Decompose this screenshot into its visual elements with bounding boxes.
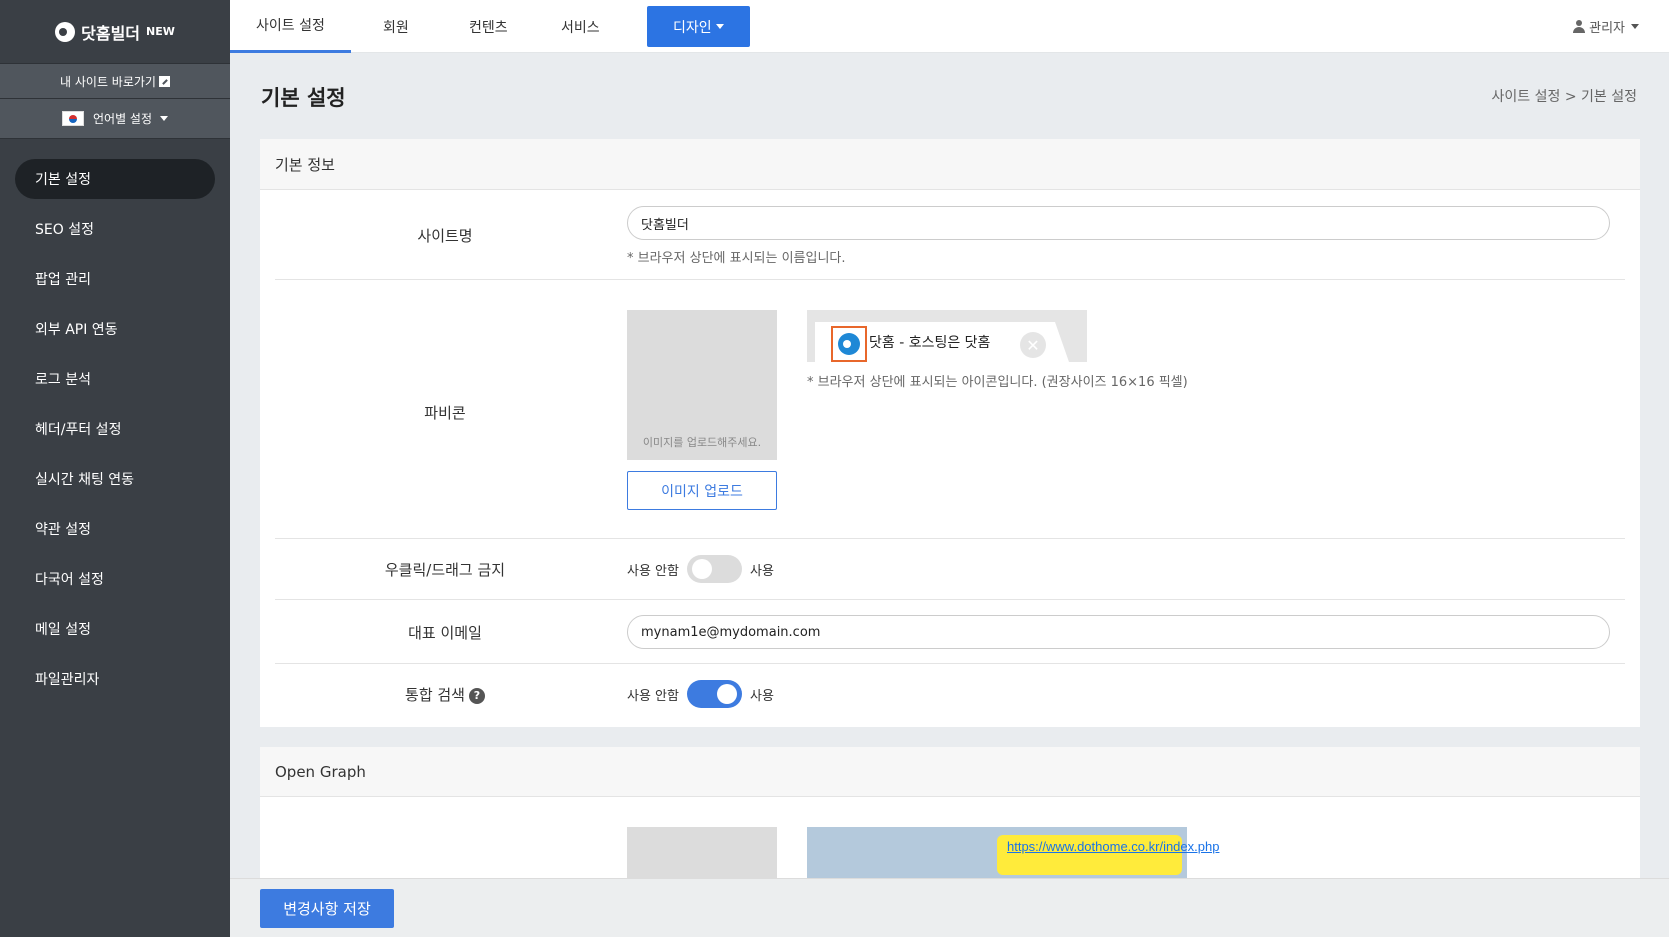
tab-design-label: 디자인 xyxy=(673,19,712,36)
user-menu[interactable]: 관리자 xyxy=(1573,0,1639,53)
favicon-row: 파비콘 이미지를 업로드해주세요. 이미지 업로드 닷홈 - 호스팅은 닷홈 ✕… xyxy=(275,280,1625,539)
panel-heading: 기본 정보 xyxy=(260,139,1640,190)
sidebar-item-label: 로그 분석 xyxy=(35,372,91,388)
browser-tab-preview: 닷홈 - 호스팅은 닷홈 ✕ xyxy=(807,310,1087,362)
tab-site-settings[interactable]: 사이트 설정 xyxy=(230,0,351,53)
sidebar-item-label: 메일 설정 xyxy=(35,622,91,638)
sidebar-item-label: 외부 API 연동 xyxy=(35,322,118,338)
basic-info-panel: 기본 정보 사이트명 닷홈빌더 * 브라우저 상단에 표시되는 이름입니다. 파… xyxy=(260,139,1640,727)
korea-flag-icon xyxy=(61,111,84,126)
og-link-bubble: https://www.dothome.co.kr/index.php xyxy=(997,835,1219,875)
caret-down-icon xyxy=(1631,24,1639,29)
sidebar-menu: 기본 설정 SEO 설정 팝업 관리 외부 API 연동 로그 분석 헤더/푸터… xyxy=(0,159,230,699)
save-button[interactable]: 변경사항 저장 xyxy=(260,889,394,928)
breadcrumb: 사이트 설정 > 기본 설정 xyxy=(1491,89,1637,105)
brand-badge: NEW xyxy=(146,25,175,38)
sidebar-item-label: 헤더/푸터 설정 xyxy=(35,422,122,438)
site-name-help: * 브라우저 상단에 표시되는 이름입니다. xyxy=(627,251,846,266)
sidebar-item-basic-settings[interactable]: 기본 설정 xyxy=(15,159,215,199)
favicon-highlight xyxy=(831,326,867,362)
sidebar-item-label: 기본 설정 xyxy=(35,172,91,188)
upload-placeholder: 이미지를 업로드해주세요. xyxy=(642,436,762,449)
tab-title: 닷홈 - 호스팅은 닷홈 xyxy=(869,335,991,351)
tab-edge xyxy=(1055,322,1069,362)
tab-contents[interactable]: 컨텐츠 xyxy=(443,0,534,53)
page-title: 기본 설정 xyxy=(261,86,346,110)
sidebar-item-label: 약관 설정 xyxy=(35,522,91,538)
tab-design[interactable]: 디자인 xyxy=(647,6,750,47)
sidebar-item-label: 다국어 설정 xyxy=(35,572,104,588)
email-row: 대표 이메일 mynam1e@mydomain.com xyxy=(275,600,1625,664)
email-label: 대표 이메일 xyxy=(408,624,482,642)
toggle-on-label: 사용 xyxy=(749,563,774,579)
panel-heading: Open Graph xyxy=(260,747,1640,797)
right-click-toggle[interactable] xyxy=(686,555,742,583)
site-name-row: 사이트명 닷홈빌더 * 브라우저 상단에 표시되는 이름입니다. xyxy=(275,191,1625,280)
external-link-icon xyxy=(158,75,170,87)
favicon-upload-area[interactable]: 이미지를 업로드해주세요. xyxy=(627,310,777,460)
og-preview: https://www.dothome.co.kr/index.php xyxy=(807,827,1219,878)
favicon-icon xyxy=(838,333,860,355)
help-icon[interactable]: ? xyxy=(468,687,485,704)
toggle-knob xyxy=(691,559,712,579)
caret-down-icon xyxy=(715,24,724,29)
toggle-knob xyxy=(716,684,737,704)
og-image-upload-area[interactable] xyxy=(627,827,777,878)
language-select[interactable]: 언어별 설정 xyxy=(0,99,230,139)
language-label: 언어별 설정 xyxy=(92,112,152,126)
favicon-label: 파비콘 xyxy=(424,404,466,422)
sidebar-item-header-footer[interactable]: 헤더/푸터 설정 xyxy=(15,409,215,449)
sidebar-item-label: 실시간 채팅 연동 xyxy=(35,472,135,488)
search-toggle-group: 사용 안함 사용 xyxy=(627,680,774,708)
footer-bar: 변경사항 저장 xyxy=(230,878,1669,937)
right-click-row: 우클릭/드래그 금지 사용 안함 사용 xyxy=(275,539,1625,600)
site-name-input[interactable]: 닷홈빌더 xyxy=(627,206,1610,240)
sidebar-item-mail[interactable]: 메일 설정 xyxy=(15,609,215,649)
image-upload-button[interactable]: 이미지 업로드 xyxy=(627,471,777,510)
sidebar-item-multilang[interactable]: 다국어 설정 xyxy=(15,559,215,599)
user-icon xyxy=(1573,20,1586,33)
right-click-toggle-group: 사용 안함 사용 xyxy=(627,555,774,583)
sidebar-item-log-analysis[interactable]: 로그 분석 xyxy=(15,359,215,399)
sidebar-item-popup[interactable]: 팝업 관리 xyxy=(15,259,215,299)
brand-name: 닷홈빌더 xyxy=(81,23,141,43)
brand[interactable]: 닷홈빌더 NEW xyxy=(0,0,230,63)
sidebar: 닷홈빌더 NEW 내 사이트 바로가기 언어별 설정 기본 설정 SEO 설정 … xyxy=(0,0,230,937)
search-row: 통합 검색? 사용 안함 사용 xyxy=(275,664,1625,727)
search-label: 통합 검색 xyxy=(405,686,465,704)
toggle-off-label: 사용 안함 xyxy=(627,563,679,579)
user-name: 관리자 xyxy=(1589,21,1625,36)
favicon-help: * 브라우저 상단에 표시되는 아이콘입니다. (권장사이즈 16×16 픽셀) xyxy=(807,375,1188,390)
sidebar-item-label: 파일관리자 xyxy=(35,672,100,688)
search-label-wrap: 통합 검색? xyxy=(275,684,615,705)
site-link-label: 내 사이트 바로가기 xyxy=(60,74,156,89)
toggle-on-label: 사용 xyxy=(749,688,774,704)
sidebar-item-external-api[interactable]: 외부 API 연동 xyxy=(15,309,215,349)
sidebar-item-label: 팝업 관리 xyxy=(35,272,91,288)
toggle-off-label: 사용 안함 xyxy=(627,688,679,704)
tab-services[interactable]: 서비스 xyxy=(535,0,626,53)
sidebar-item-seo[interactable]: SEO 설정 xyxy=(15,209,215,249)
sidebar-item-label: SEO 설정 xyxy=(35,222,94,238)
site-name-label: 사이트명 xyxy=(417,227,473,245)
sidebar-item-terms[interactable]: 약관 설정 xyxy=(15,509,215,549)
site-link-button[interactable]: 내 사이트 바로가기 xyxy=(0,63,230,99)
sidebar-item-file-manager[interactable]: 파일관리자 xyxy=(15,659,215,699)
logo-icon xyxy=(55,21,76,42)
tab-members[interactable]: 회원 xyxy=(357,0,435,53)
email-input[interactable]: mynam1e@mydomain.com xyxy=(627,615,1610,649)
right-click-label: 우클릭/드래그 금지 xyxy=(384,561,506,579)
top-nav: 사이트 설정 회원 컨텐츠 서비스 디자인 관리자 xyxy=(230,0,1669,53)
open-graph-panel: Open Graph https://www.dothome.co.kr/ind… xyxy=(260,747,1640,878)
caret-down-icon xyxy=(160,116,168,121)
sidebar-item-live-chat[interactable]: 실시간 채팅 연동 xyxy=(15,459,215,499)
search-toggle[interactable] xyxy=(686,680,742,708)
close-icon: ✕ xyxy=(1020,332,1046,358)
